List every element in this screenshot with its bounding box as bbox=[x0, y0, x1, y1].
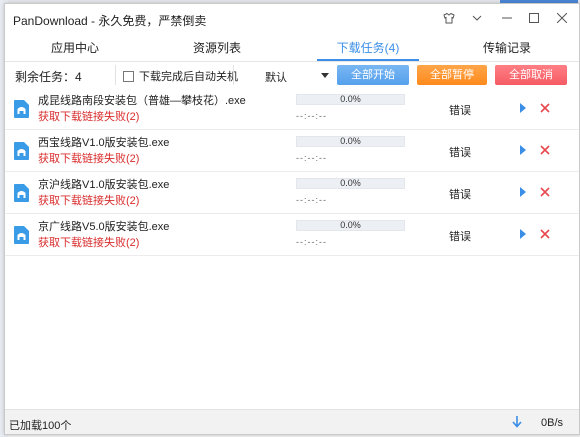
play-icon[interactable] bbox=[520, 229, 526, 239]
auto-shutdown-label: 下载完成后自动关机 bbox=[139, 71, 238, 83]
tab-download-tasks[interactable]: 下载任务(4) bbox=[317, 35, 419, 61]
download-row[interactable]: 京沪线路V1.0版安装包.exe 获取下载链接失败(2) 0.0% --:--:… bbox=[5, 172, 579, 214]
play-icon[interactable] bbox=[520, 187, 526, 197]
error-message: 获取下载链接失败(2) bbox=[38, 153, 140, 165]
task-toolbar: 剩余任务：4 下载完成后自动关机 默认 全部开始 全部暂停 全部取消 bbox=[5, 61, 579, 89]
file-name: 京沪线路V1.0版安装包.exe bbox=[38, 179, 170, 191]
progress-text: 0.0% bbox=[340, 136, 361, 146]
download-row[interactable]: 京广线路V5.0版安装包.exe 获取下载链接失败(2) 0.0% --:--:… bbox=[5, 214, 579, 256]
download-row[interactable]: 西宝线路V1.0版安装包.exe 获取下载链接失败(2) 0.0% --:--:… bbox=[5, 130, 579, 172]
maximize-button[interactable] bbox=[523, 8, 545, 28]
caret-down-icon bbox=[321, 73, 329, 78]
file-icon bbox=[14, 226, 29, 244]
time-remaining: --:--:-- bbox=[296, 111, 327, 121]
menu-dropdown-button[interactable] bbox=[466, 8, 488, 28]
tab-resource-list[interactable]: 资源列表 bbox=[167, 35, 267, 61]
download-row[interactable]: 成昆线路南段安装包（普雄—攀枝花）.exe 获取下载链接失败(2) 0.0% -… bbox=[5, 88, 579, 130]
priority-select-value: 默认 bbox=[265, 72, 287, 84]
start-all-button[interactable]: 全部开始 bbox=[337, 65, 409, 85]
auto-shutdown-checkbox[interactable] bbox=[123, 70, 134, 82]
status-label: 错误 bbox=[449, 105, 471, 117]
file-icon bbox=[14, 142, 29, 160]
close-icon bbox=[557, 13, 567, 23]
status-label: 错误 bbox=[449, 189, 471, 201]
maximize-icon bbox=[529, 13, 539, 23]
time-remaining: --:--:-- bbox=[296, 237, 327, 247]
status-label: 错误 bbox=[449, 147, 471, 159]
download-arrow-icon bbox=[512, 416, 522, 428]
remaining-tasks: 剩余任务：4 bbox=[15, 70, 82, 84]
divider bbox=[115, 65, 116, 85]
minimize-button[interactable] bbox=[496, 8, 518, 28]
skin-button[interactable] bbox=[438, 8, 460, 28]
play-icon[interactable] bbox=[520, 103, 526, 113]
pause-all-button[interactable]: 全部暂停 bbox=[417, 65, 487, 85]
file-name: 成昆线路南段安装包（普雄—攀枝花）.exe bbox=[38, 95, 246, 107]
progress-bar: 0.0% bbox=[296, 136, 405, 147]
close-button[interactable] bbox=[551, 8, 573, 28]
file-name: 京广线路V5.0版安装包.exe bbox=[38, 221, 170, 233]
cancel-all-button[interactable]: 全部取消 bbox=[495, 65, 567, 85]
skin-icon bbox=[443, 12, 455, 23]
file-icon bbox=[14, 100, 29, 118]
app-window: PanDownload - 永久免费，严禁倒卖 应用中心 资源列表 下载任务(4… bbox=[4, 3, 580, 435]
main-tabs: 应用中心 资源列表 下载任务(4) 传输记录 bbox=[5, 35, 579, 61]
time-remaining: --:--:-- bbox=[296, 195, 327, 205]
progress-bar: 0.0% bbox=[296, 94, 405, 105]
status-bar: 已加载100个 0B/s bbox=[5, 409, 579, 434]
loaded-count: 已加载100个 bbox=[9, 420, 72, 432]
minimize-icon bbox=[502, 17, 512, 19]
delete-icon[interactable] bbox=[539, 228, 551, 240]
error-message: 获取下载链接失败(2) bbox=[38, 111, 140, 123]
error-message: 获取下载链接失败(2) bbox=[38, 237, 140, 249]
download-speed: 0B/s bbox=[541, 417, 564, 429]
window-title: PanDownload - 永久免费，严禁倒卖 bbox=[13, 14, 207, 28]
file-icon bbox=[14, 184, 29, 202]
status-label: 错误 bbox=[449, 231, 471, 243]
tab-app-center[interactable]: 应用中心 bbox=[25, 35, 125, 61]
progress-text: 0.0% bbox=[340, 178, 361, 188]
progress-bar: 0.0% bbox=[296, 220, 405, 231]
divider bbox=[233, 65, 234, 85]
priority-select[interactable]: 默认 bbox=[243, 65, 335, 85]
progress-bar: 0.0% bbox=[296, 178, 405, 189]
file-name: 西宝线路V1.0版安装包.exe bbox=[38, 137, 170, 149]
play-icon[interactable] bbox=[520, 145, 526, 155]
delete-icon[interactable] bbox=[539, 186, 551, 198]
delete-icon[interactable] bbox=[539, 144, 551, 156]
dropdown-icon bbox=[472, 15, 482, 21]
auto-shutdown-option[interactable]: 下载完成后自动关机 bbox=[123, 68, 238, 84]
time-remaining: --:--:-- bbox=[296, 153, 327, 163]
title-bar: PanDownload - 永久免费，严禁倒卖 bbox=[5, 4, 579, 32]
progress-text: 0.0% bbox=[340, 220, 361, 230]
error-message: 获取下载链接失败(2) bbox=[38, 195, 140, 207]
delete-icon[interactable] bbox=[539, 102, 551, 114]
progress-text: 0.0% bbox=[340, 94, 361, 104]
tab-transfer-history[interactable]: 传输记录 bbox=[457, 35, 557, 61]
download-list: 成昆线路南段安装包（普雄—攀枝花）.exe 获取下载链接失败(2) 0.0% -… bbox=[5, 88, 579, 256]
